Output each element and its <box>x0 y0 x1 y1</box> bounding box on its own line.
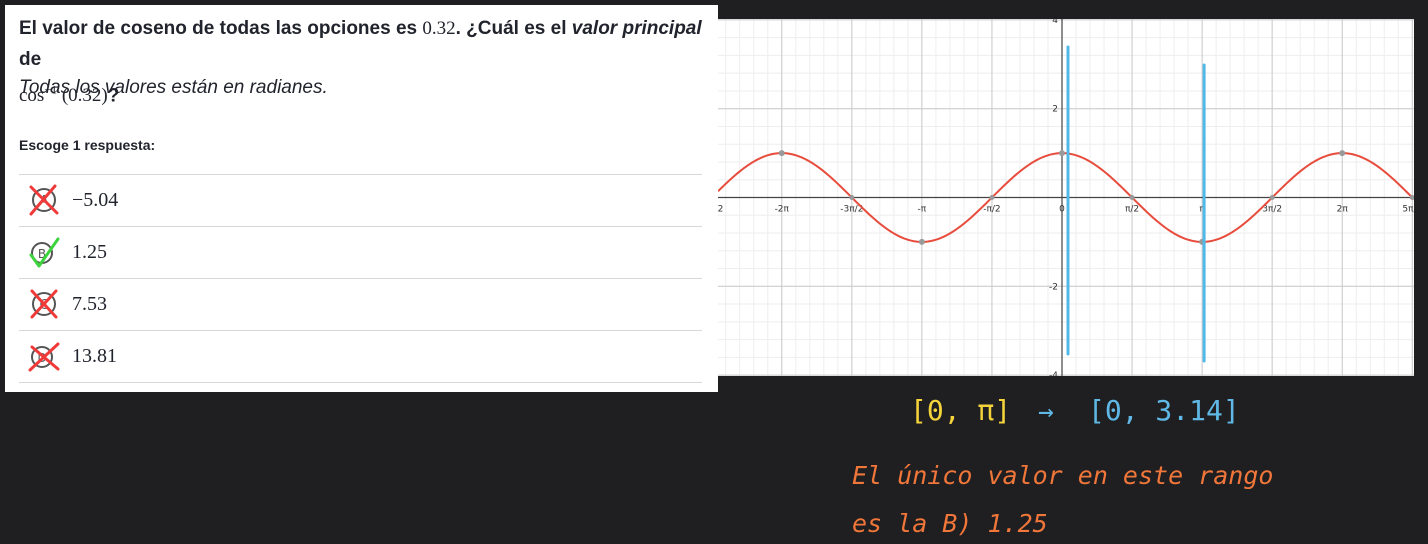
option-b[interactable]: B 1.25 <box>19 227 702 279</box>
question-subtitle: Todas los valores están en radianes. <box>19 77 328 98</box>
y-tick-label: 2 <box>1052 105 1058 115</box>
x-tick-label: -π/2 <box>983 205 1000 215</box>
zero-point <box>849 195 855 200</box>
zero-point <box>1129 195 1135 200</box>
x-tick-label: 3π/2 <box>1262 205 1282 215</box>
note-line2: El único valor en este rango <box>852 461 1273 490</box>
answer-options: A −5.04 B 1.25 C 7.53 D 13.81 <box>19 174 702 383</box>
x-tick-label: 5π/2 <box>1402 205 1414 215</box>
question-mid: . ¿Cuál es el <box>455 18 572 39</box>
extremum-point <box>918 238 925 245</box>
note-arrow: → <box>1038 397 1054 427</box>
handwritten-notes: [0, π] → [0, 3.14] El único valor en est… <box>852 394 1273 538</box>
question-tail: de <box>19 49 42 70</box>
option-d-value: 13.81 <box>72 345 117 367</box>
x-tick-label: -5π/2 <box>718 205 723 215</box>
option-c[interactable]: C 7.53 <box>19 279 702 331</box>
option-a[interactable]: A −5.04 <box>19 175 702 227</box>
question-emphasis: valor principal <box>571 18 702 39</box>
incorrect-mark-icon: A <box>29 184 59 216</box>
extremum-point <box>1059 150 1065 157</box>
note-line3: es la B) 1.25 <box>852 509 1048 538</box>
question-value: 0.32 <box>422 18 456 39</box>
y-tick-label: 4 <box>1052 19 1058 26</box>
correct-check-icon: B <box>29 237 60 268</box>
y-tick-label: -4 <box>1049 371 1058 376</box>
option-a-value: −5.04 <box>72 189 119 211</box>
zero-point <box>1269 195 1275 200</box>
note-interval-pi: [0, π] <box>910 394 1011 427</box>
incorrect-mark-icon: D <box>28 342 60 372</box>
y-tick-label: -2 <box>1049 282 1058 292</box>
option-c-value: 7.53 <box>72 293 107 315</box>
x-tick-label: -2π <box>775 205 790 215</box>
question-lead: El valor de coseno de todas las opciones… <box>19 18 423 39</box>
extremum-point <box>1339 150 1346 157</box>
x-tick-label: 2π <box>1337 205 1349 215</box>
extremum-point <box>778 150 785 157</box>
choose-label: Escoge 1 respuesta: <box>19 137 156 153</box>
x-tick-label: π/2 <box>1125 205 1139 215</box>
x-tick-label: 0 <box>1059 205 1065 215</box>
cosine-graph: -5π/2-2π-3π/2-π-π/20π/2π3π/22π5π/242-2-4 <box>718 19 1414 376</box>
option-b-value: 1.25 <box>72 241 107 263</box>
x-tick-label: -π <box>918 205 927 215</box>
note-interval-decimal: [0, 3.14] <box>1088 394 1240 427</box>
question-panel: El valor de coseno de todas las opciones… <box>5 5 718 392</box>
option-d[interactable]: D 13.81 <box>19 331 702 383</box>
incorrect-mark-icon: C <box>30 289 58 319</box>
zero-point <box>989 195 995 200</box>
